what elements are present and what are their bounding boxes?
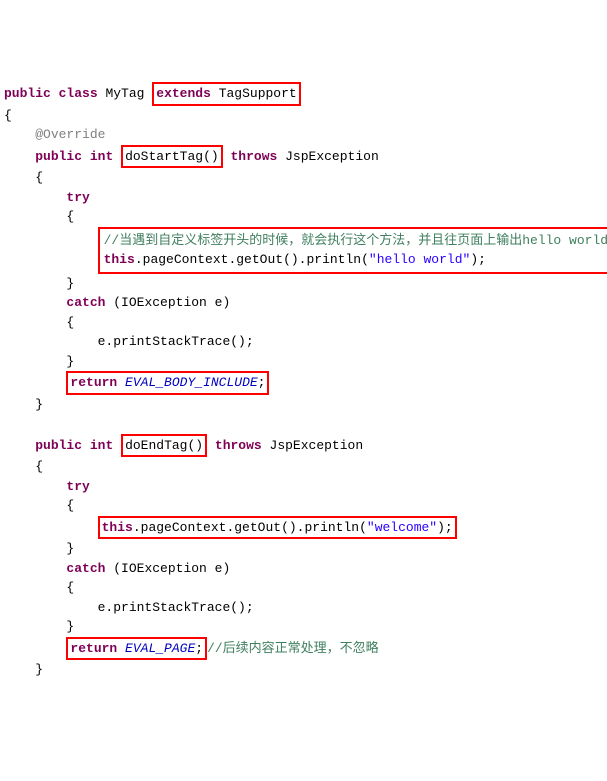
semicolon: ; — [195, 641, 203, 656]
super-class: TagSupport — [219, 86, 297, 101]
brace: } — [35, 397, 43, 412]
class-name: MyTag — [105, 86, 144, 101]
kw-try: try — [66, 479, 89, 494]
catch-params: (IOException e) — [105, 561, 230, 576]
brace: { — [66, 315, 74, 330]
kw-catch: catch — [66, 295, 105, 310]
kw-public: public — [35, 438, 82, 453]
highlight-return1: return EVAL_BODY_INCLUDE; — [66, 371, 269, 395]
brace: { — [66, 580, 74, 595]
brace: } — [66, 354, 74, 369]
brace: } — [66, 619, 74, 634]
const-eval-body: EVAL_BODY_INCLUDE — [125, 375, 258, 390]
exception-type: JspException — [285, 149, 379, 164]
highlight-body1: //当遇到自定义标签开头的时候，就会执行这个方法，并且往页面上输出hello w… — [98, 227, 607, 274]
brace: { — [35, 170, 43, 185]
kw-this: this — [104, 252, 135, 267]
brace: { — [4, 108, 12, 123]
brace: { — [66, 209, 74, 224]
kw-return: return — [70, 375, 117, 390]
annotation-override: @Override — [35, 127, 105, 142]
kw-public: public — [35, 149, 82, 164]
brace: } — [66, 541, 74, 556]
kw-int: int — [90, 149, 113, 164]
code-block: public class MyTag extends TagSupport { … — [4, 82, 603, 680]
call-chain: .pageContext.getOut().println( — [135, 252, 369, 267]
kw-catch: catch — [66, 561, 105, 576]
string-literal: "welcome" — [367, 520, 437, 535]
kw-class: class — [59, 86, 98, 101]
print-stack: e.printStackTrace(); — [98, 334, 254, 349]
brace: } — [35, 662, 43, 677]
highlight-dostarttag: doStartTag() — [121, 145, 223, 169]
string-literal: "hello world" — [369, 252, 470, 267]
comment-line: //当遇到自定义标签开头的时候，就会执行这个方法，并且往页面上输出hello w… — [104, 233, 607, 248]
highlight-extends: extends TagSupport — [152, 82, 300, 106]
method-name: doEndTag() — [125, 438, 203, 453]
exception-type: JspException — [270, 438, 364, 453]
kw-public: public — [4, 86, 51, 101]
const-eval-page: EVAL_PAGE — [125, 641, 195, 656]
highlight-doendtag: doEndTag() — [121, 434, 207, 458]
comment-inline: //后续内容正常处理，不忽略 — [207, 641, 379, 656]
kw-return: return — [70, 641, 117, 656]
kw-extends: extends — [156, 86, 211, 101]
catch-params: (IOException e) — [105, 295, 230, 310]
kw-this: this — [102, 520, 133, 535]
kw-throws: throws — [231, 149, 278, 164]
highlight-body2: this.pageContext.getOut().println("welco… — [98, 516, 457, 540]
kw-int: int — [90, 438, 113, 453]
brace: { — [35, 459, 43, 474]
call-chain: .pageContext.getOut().println( — [133, 520, 367, 535]
kw-throws: throws — [215, 438, 262, 453]
highlight-return2: return EVAL_PAGE; — [66, 637, 207, 661]
print-stack: e.printStackTrace(); — [98, 600, 254, 615]
kw-try: try — [66, 190, 89, 205]
semicolon: ; — [258, 375, 266, 390]
stmt-end: ); — [470, 252, 486, 267]
method-name: doStartTag() — [125, 149, 219, 164]
brace: } — [66, 276, 74, 291]
stmt-end: ); — [437, 520, 453, 535]
brace: { — [66, 498, 74, 513]
